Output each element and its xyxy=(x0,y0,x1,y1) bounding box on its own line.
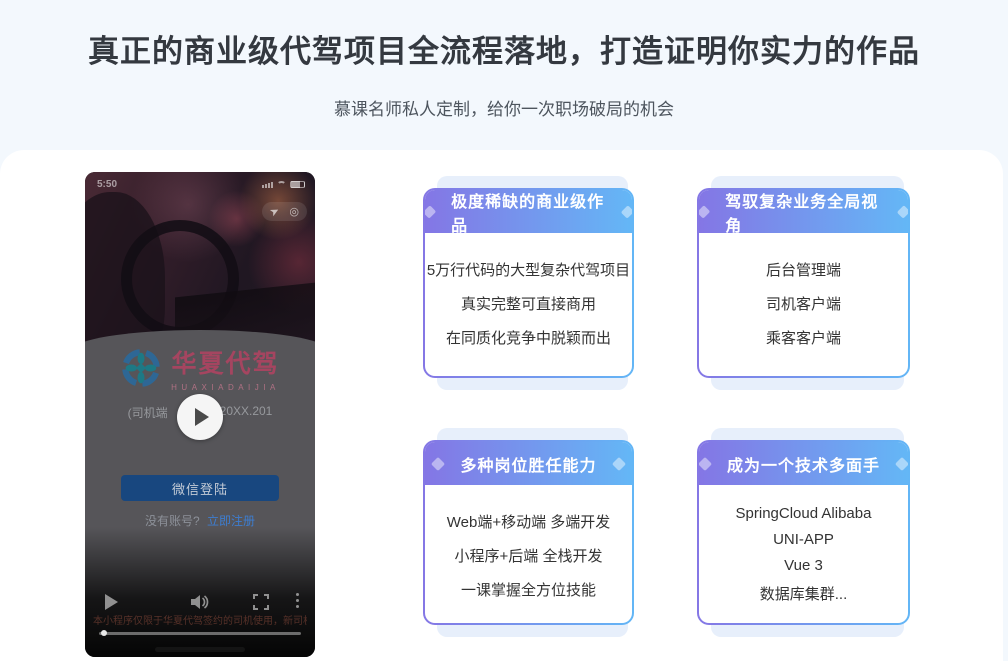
player-play-icon[interactable] xyxy=(105,594,118,610)
card-line: 乘客客户端 xyxy=(766,327,841,348)
more-options-icon[interactable] xyxy=(296,593,299,596)
fullscreen-icon[interactable] xyxy=(253,594,269,610)
card-gradient-frame: 极度稀缺的商业级作品 5万行代码的大型复杂代驾项目 真实完整可直接商用 在同质化… xyxy=(423,188,634,378)
card-header: 极度稀缺的商业级作品 xyxy=(425,190,632,233)
edition-right-text: 20XX.201 xyxy=(220,404,273,421)
play-button[interactable] xyxy=(177,394,223,440)
card-gradient-frame: 成为一个技术多面手 SpringCloud Alibaba UNI-APP Vu… xyxy=(697,440,910,625)
card-line: Web端+移动端 多端开发 xyxy=(447,511,611,532)
page-subtitle: 慕课名师私人定制，给你一次职场破局的机会 xyxy=(0,95,1008,120)
status-icons xyxy=(262,181,305,188)
diamond-icon xyxy=(431,456,445,470)
card-header: 多种岗位胜任能力 xyxy=(425,442,632,485)
card-body: 5万行代码的大型复杂代驾项目 真实完整可直接商用 在同质化竞争中脱颖而出 xyxy=(425,233,632,348)
edition-left-text: (司机端 xyxy=(128,404,168,421)
card-header: 成为一个技术多面手 xyxy=(699,442,908,485)
card-body: 后台管理端 司机客户端 乘客客户端 xyxy=(699,233,908,348)
home-indicator-bar xyxy=(155,647,245,652)
brand-text-block: 华夏代驾 HUAXIADAIJIA xyxy=(171,344,280,392)
card-title: 多种岗位胜任能力 xyxy=(460,452,596,476)
diamond-icon xyxy=(895,456,908,470)
wechat-login-button: 微信登陆 xyxy=(121,475,279,501)
wifi-icon xyxy=(277,181,286,188)
card-title: 成为一个技术多面手 xyxy=(727,452,880,476)
card-line: 真实完整可直接商用 xyxy=(461,293,596,314)
card-gradient-frame: 多种岗位胜任能力 Web端+移动端 多端开发 小程序+后端 全栈开发 一课掌握全… xyxy=(423,440,634,625)
feature-cards-grid: 极度稀缺的商业级作品 5万行代码的大型复杂代驾项目 真实完整可直接商用 在同质化… xyxy=(423,188,913,628)
battery-icon xyxy=(290,181,305,188)
play-triangle-icon xyxy=(195,408,209,426)
diamond-icon xyxy=(699,456,712,470)
video-control-bar xyxy=(85,590,315,616)
diamond-icon xyxy=(621,205,632,219)
promo-video-player[interactable]: 5:50 ➤ ◎ 华夏代驾 HUAXIADAIJIA xyxy=(85,172,315,657)
card-line: 小程序+后端 全栈开发 xyxy=(455,545,603,566)
brand-name: 华夏代驾 xyxy=(171,344,279,380)
card-body: Web端+移动端 多端开发 小程序+后端 全栈开发 一课掌握全方位技能 xyxy=(425,485,632,600)
status-time: 5:50 xyxy=(97,179,117,190)
card-line: 数据库集群... xyxy=(760,583,848,604)
card-body: SpringCloud Alibaba UNI-APP Vue 3 数据库集群.… xyxy=(699,485,908,604)
card-job-competence: 多种岗位胜任能力 Web端+移动端 多端开发 小程序+后端 全栈开发 一课掌握全… xyxy=(423,440,634,625)
card-line: 司机客户端 xyxy=(766,293,841,314)
card-business-perspective: 驾驭复杂业务全局视角 后台管理端 司机客户端 乘客客户端 xyxy=(697,188,910,378)
diamond-icon xyxy=(425,205,436,219)
card-tech-allrounder: 成为一个技术多面手 SpringCloud Alibaba UNI-APP Vu… xyxy=(697,440,910,625)
page-title: 真正的商业级代驾项目全流程落地，打造证明你实力的作品 xyxy=(0,26,1008,71)
card-line: UNI-APP xyxy=(773,531,834,548)
locate-arrow-icon: ➤ xyxy=(268,204,282,220)
card-line: 后台管理端 xyxy=(766,259,841,280)
signal-icon xyxy=(262,182,273,188)
huaxia-pinwheel-logo-icon xyxy=(120,347,162,389)
card-title: 极度稀缺的商业级作品 xyxy=(451,190,606,236)
card-line: SpringCloud Alibaba xyxy=(736,505,872,522)
content-panel: 5:50 ➤ ◎ 华夏代驾 HUAXIADAIJIA xyxy=(0,150,1003,661)
diamond-icon xyxy=(897,205,908,219)
card-title: 驾驭复杂业务全局视角 xyxy=(725,190,882,236)
phone-status-bar: 5:50 xyxy=(97,179,305,190)
map-controls-pill: ➤ ◎ xyxy=(262,202,307,221)
card-header: 驾驭复杂业务全局视角 xyxy=(699,190,908,233)
brand-latin-name: HUAXIADAIJIA xyxy=(171,383,280,392)
card-line: 一课掌握全方位技能 xyxy=(461,579,596,600)
card-gradient-frame: 驾驭复杂业务全局视角 后台管理端 司机客户端 乘客客户端 xyxy=(697,188,910,378)
card-line: 5万行代码的大型复杂代驾项目 xyxy=(427,259,630,280)
hero-section: 真正的商业级代驾项目全流程落地，打造证明你实力的作品 慕课名师私人定制，给你一次… xyxy=(0,0,1008,120)
card-line: Vue 3 xyxy=(784,557,823,574)
card-commercial-work: 极度稀缺的商业级作品 5万行代码的大型复杂代驾项目 真实完整可直接商用 在同质化… xyxy=(423,188,634,378)
volume-icon[interactable] xyxy=(189,593,209,611)
progress-knob[interactable] xyxy=(101,630,107,636)
diamond-icon xyxy=(699,205,710,219)
register-link: 立即注册 xyxy=(207,514,255,528)
no-account-text: 没有账号? xyxy=(145,514,200,528)
diamond-icon xyxy=(611,456,625,470)
video-progress-bar[interactable] xyxy=(99,632,301,635)
card-line: 在同质化竞争中脱颖而出 xyxy=(446,327,611,348)
video-poster-driving-photo xyxy=(85,172,315,352)
brand-logo-row: 华夏代驾 HUAXIADAIJIA xyxy=(85,344,315,392)
record-circle-icon: ◎ xyxy=(289,205,299,218)
